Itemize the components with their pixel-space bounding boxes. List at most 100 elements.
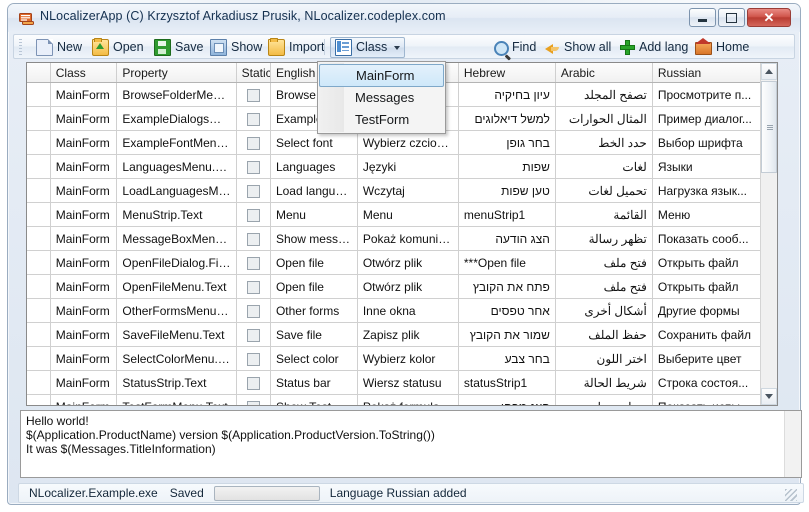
cell-polish[interactable]: Menu xyxy=(357,202,459,227)
minimize-button[interactable] xyxy=(689,8,716,27)
table-row[interactable]: MainForm LanguagesMenu.Text Languages Język… xyxy=(27,154,763,179)
row-selector-cell[interactable] xyxy=(27,130,51,155)
row-selector-cell[interactable] xyxy=(27,370,51,395)
cell-property[interactable]: MenuStrip.Text xyxy=(116,202,237,227)
cell-arabic[interactable]: وتظهر تجارب xyxy=(555,394,653,405)
cell-polish[interactable]: Otwórz plik xyxy=(357,274,459,299)
column-header-class[interactable]: Class xyxy=(50,63,118,83)
cell-polish[interactable]: Zapisz plik xyxy=(357,322,459,347)
cell-english[interactable]: Other forms xyxy=(270,298,358,323)
cell-english[interactable]: Select color xyxy=(270,346,358,371)
table-row[interactable]: MainForm MessageBoxMenu.Text Show message P… xyxy=(27,226,763,251)
cell-hebrew[interactable]: עיון בחיקיה xyxy=(458,82,556,107)
table-row[interactable]: MainFormLoadLanguagesMenu.Text Load langu… xyxy=(27,178,763,203)
cell-static-checkbox[interactable] xyxy=(236,106,271,131)
cell-static-checkbox[interactable] xyxy=(236,226,271,251)
cell-english[interactable]: Load languag... xyxy=(270,178,358,203)
checkbox-icon[interactable] xyxy=(246,136,260,150)
checkbox-icon[interactable] xyxy=(246,328,260,342)
cell-arabic[interactable]: أشكال أخرى xyxy=(555,298,653,323)
cell-class[interactable]: MainForm xyxy=(50,130,118,155)
toolbar-save-button[interactable]: Save xyxy=(150,37,208,58)
cell-static-checkbox[interactable] xyxy=(236,370,271,395)
cell-russian[interactable]: Просмотрите п... xyxy=(652,82,763,107)
table-row[interactable]: MainForm OtherFormsMenu.Text Other forms In… xyxy=(27,298,763,323)
cell-property[interactable]: LoadLanguagesMenu.Text xyxy=(116,178,237,203)
cell-static-checkbox[interactable] xyxy=(236,154,271,179)
cell-property[interactable]: ExampleDialogsMenu.Text xyxy=(116,106,237,131)
cell-english[interactable]: Open file xyxy=(270,274,358,299)
row-selector-cell[interactable] xyxy=(27,82,51,107)
cell-polish[interactable]: Wybierz kolor xyxy=(357,346,459,371)
checkbox-icon[interactable] xyxy=(246,184,260,198)
cell-polish[interactable]: Otwórz plik xyxy=(357,250,459,275)
table-row[interactable]: MainForm SaveFileMenu.Text Save file Zapisz… xyxy=(27,322,763,347)
checkbox-icon[interactable] xyxy=(246,280,260,294)
scroll-up-button[interactable] xyxy=(761,63,777,80)
cell-hebrew[interactable]: למשל דיאלוגים xyxy=(458,106,556,131)
cell-arabic[interactable]: شريط الحالة xyxy=(555,370,653,395)
cell-russian[interactable]: Открыть файл xyxy=(652,250,763,275)
checkbox-icon[interactable] xyxy=(246,208,260,222)
row-selector-cell[interactable] xyxy=(27,250,51,275)
checkbox-icon[interactable] xyxy=(246,352,260,366)
cell-russian[interactable]: Нагрузка язык... xyxy=(652,178,763,203)
checkbox-icon[interactable] xyxy=(246,376,260,390)
table-row[interactable]: MainForm SelectColorMenu.Text Select color… xyxy=(27,346,763,371)
cell-property[interactable]: OpenFileMenu.Text xyxy=(116,274,237,299)
row-selector-cell[interactable] xyxy=(27,394,51,405)
preview-textbox[interactable]: Hello world! $(Application.ProductName) … xyxy=(20,410,802,478)
column-header-hebrew[interactable]: Hebrew xyxy=(458,63,556,83)
cell-class[interactable]: MainForm xyxy=(50,370,118,395)
cell-static-checkbox[interactable] xyxy=(236,202,271,227)
cell-property[interactable]: BrowseFolderMenu.Text xyxy=(116,82,237,107)
cell-english[interactable]: Save file xyxy=(270,322,358,347)
cell-polish[interactable]: Języki xyxy=(357,154,459,179)
checkbox-icon[interactable] xyxy=(246,232,260,246)
cell-property[interactable]: LanguagesMenu.Text xyxy=(116,154,237,179)
cell-static-checkbox[interactable] xyxy=(236,250,271,275)
cell-english[interactable]: Languages xyxy=(270,154,358,179)
cell-russian[interactable]: Показать испы... xyxy=(652,394,763,405)
toolbar-home-button[interactable]: Home xyxy=(691,37,753,58)
checkbox-icon[interactable] xyxy=(246,160,260,174)
cell-property[interactable]: OpenFileDialog.FileName xyxy=(116,250,237,275)
cell-class[interactable]: MainForm xyxy=(50,226,118,251)
cell-hebrew[interactable]: הצג הודעה xyxy=(458,226,556,251)
scrollbar-thumb[interactable] xyxy=(761,81,777,173)
cell-hebrew[interactable]: בחר צבע xyxy=(458,346,556,371)
table-row[interactable]: MainForm StatusStrip.Text Status bar Wiersz… xyxy=(27,370,763,395)
cell-class[interactable]: MainForm xyxy=(50,82,118,107)
table-row[interactable]: MainFormTestFormMenu.Text Show TestPokaż … xyxy=(27,394,763,405)
textbox-vertical-scrollbar[interactable] xyxy=(784,411,801,477)
toolbar-open-button[interactable]: Open xyxy=(88,37,148,58)
cell-property[interactable]: TestFormMenu.Text xyxy=(116,394,237,405)
column-header-property[interactable]: Property xyxy=(116,63,237,83)
row-selector-cell[interactable] xyxy=(27,106,51,131)
cell-arabic[interactable]: اختر اللون xyxy=(555,346,653,371)
column-header-arabic[interactable]: Arabic xyxy=(555,63,653,83)
cell-russian[interactable]: Меню xyxy=(652,202,763,227)
cell-class[interactable]: MainForm xyxy=(50,322,118,347)
cell-russian[interactable]: Выберите цвет xyxy=(652,346,763,371)
cell-arabic[interactable]: تحميل لغات xyxy=(555,178,653,203)
cell-hebrew[interactable]: אחר טפסים xyxy=(458,298,556,323)
class-menu-item-messages[interactable]: Messages xyxy=(318,87,445,109)
row-selector-cell[interactable] xyxy=(27,154,51,179)
cell-arabic[interactable]: القائمة xyxy=(555,202,653,227)
toolbar-import-button[interactable]: Import xyxy=(264,37,328,58)
cell-russian[interactable]: Показать сооб... xyxy=(652,226,763,251)
cell-english[interactable]: Select font xyxy=(270,130,358,155)
cell-english[interactable]: Status bar xyxy=(270,370,358,395)
cell-arabic[interactable]: لغات xyxy=(555,154,653,179)
cell-static-checkbox[interactable] xyxy=(236,82,271,107)
cell-hebrew[interactable]: ***Open file xyxy=(458,250,556,275)
cell-arabic[interactable]: فتح ملف xyxy=(555,274,653,299)
row-selector-cell[interactable] xyxy=(27,274,51,299)
table-row[interactable]: MainForm ExampleFontMenu.Text Select font W… xyxy=(27,130,763,155)
toolbar-class-dropdown-button[interactable]: Class xyxy=(330,37,406,58)
table-row[interactable]: MainForm OpenFileMenu.Text Open file Otwórz… xyxy=(27,274,763,299)
row-selector-cell[interactable] xyxy=(27,346,51,371)
cell-russian[interactable]: Строка состоя... xyxy=(652,370,763,395)
toolbar-new-button[interactable]: New xyxy=(32,37,86,58)
